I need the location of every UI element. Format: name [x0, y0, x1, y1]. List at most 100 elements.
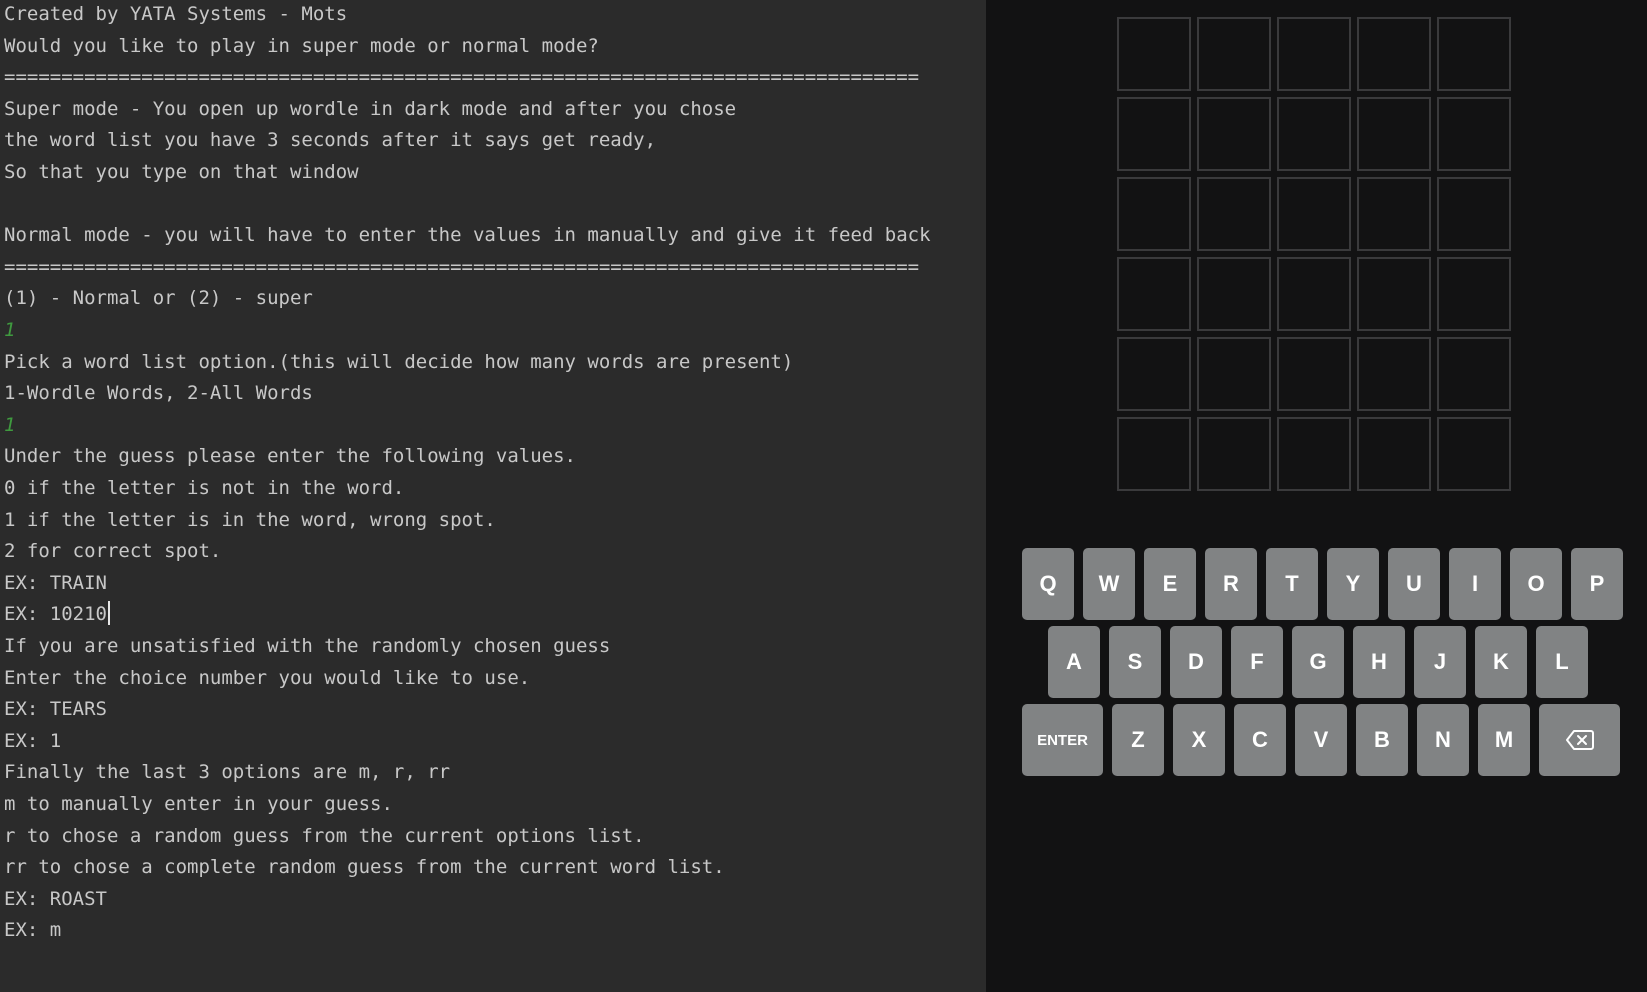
terminal-line: So that you type on that window: [4, 156, 359, 189]
terminal-line-text: EX: ROAST: [4, 887, 107, 910]
key-label: R: [1223, 571, 1239, 596]
key-n[interactable]: N: [1417, 704, 1469, 776]
key-label: P: [1589, 571, 1605, 596]
terminal-line: rr to chose a complete random guess from…: [4, 851, 725, 884]
key-t[interactable]: T: [1266, 548, 1318, 620]
terminal-line-text: Would you like to play in super mode or …: [4, 34, 599, 57]
terminal-line-text: r to chose a random guess from the curre…: [4, 824, 645, 847]
key-r[interactable]: R: [1205, 548, 1257, 620]
terminal-line-text: 0 if the letter is not in the word.: [4, 477, 405, 499]
terminal-line: 1-Wordle Words, 2-All Words: [4, 377, 313, 410]
terminal-line-text: 1 if the letter is in the word, wrong sp…: [4, 508, 496, 531]
key-e[interactable]: E: [1144, 548, 1196, 620]
terminal-line: r to chose a random guess from the curre…: [4, 820, 645, 853]
key-label: U: [1406, 571, 1422, 596]
key-j[interactable]: J: [1414, 626, 1466, 698]
key-label: F: [1250, 649, 1264, 674]
terminal-line: EX: TEARS: [4, 693, 107, 726]
key-backspace[interactable]: [1539, 704, 1620, 776]
terminal-line-text: EX: TEARS: [4, 698, 107, 721]
key-k[interactable]: K: [1475, 626, 1527, 698]
key-label: S: [1127, 649, 1143, 674]
key-label: J: [1433, 649, 1447, 674]
terminal-line: EX: TRAIN: [4, 567, 107, 600]
key-label: Z: [1131, 727, 1145, 752]
key-i[interactable]: I: [1449, 548, 1501, 620]
terminal-line: Finally the last 3 options are m, r, rr: [4, 756, 450, 789]
key-f[interactable]: F: [1231, 626, 1283, 698]
key-label: C: [1252, 727, 1268, 752]
terminal-line: Would you like to play in super mode or …: [4, 30, 599, 63]
terminal-line: Created by YATA Systems - Mots: [4, 0, 347, 31]
key-o[interactable]: O: [1510, 548, 1562, 620]
terminal-line-text: EX: TRAIN: [4, 571, 107, 594]
key-label: B: [1374, 727, 1390, 752]
terminal-input-line: 1: [4, 409, 15, 442]
terminal-line: Pick a word list option.(this will decid…: [4, 346, 793, 379]
key-enter[interactable]: ENTER: [1022, 704, 1103, 776]
terminal-line-text: Pick a word list option.(this will decid…: [4, 350, 794, 373]
key-label: X: [1191, 727, 1207, 752]
terminal-line-text: ========================================…: [4, 66, 920, 89]
key-label: K: [1493, 649, 1509, 674]
key-label: H: [1371, 649, 1387, 674]
terminal-line: EX: m: [4, 914, 61, 947]
key-label: E: [1162, 571, 1178, 596]
key-label: M: [1494, 727, 1514, 752]
terminal-line-text: 1-Wordle Words, 2-All Words: [4, 382, 313, 405]
wordle-window[interactable]: Q W E R T Y U I O P A S D F G H J K L ENTER Z X C V B N M: [986, 0, 1647, 992]
key-label: I: [1471, 571, 1479, 596]
key-w[interactable]: W: [1083, 548, 1135, 620]
terminal-line: 2 for correct spot.: [4, 535, 221, 568]
key-label: ENTER: [1037, 731, 1088, 749]
key-c[interactable]: C: [1234, 704, 1286, 776]
terminal-line-text: EX: 10210: [4, 603, 107, 626]
key-d[interactable]: D: [1170, 626, 1222, 698]
key-l[interactable]: L: [1536, 626, 1588, 698]
key-m[interactable]: M: [1478, 704, 1530, 776]
terminal-console[interactable]: Created by YATA Systems - Mots Would you …: [0, 0, 986, 992]
key-v[interactable]: V: [1295, 704, 1347, 776]
terminal-line-text: Super mode - You open up wordle in dark …: [4, 97, 737, 120]
terminal-line-text: Finally the last 3 options are m, r, rr: [4, 761, 451, 784]
key-q[interactable]: Q: [1022, 548, 1074, 620]
key-g[interactable]: G: [1292, 626, 1344, 698]
key-label: O: [1527, 571, 1545, 596]
backspace-icon: [1565, 730, 1594, 750]
key-label: Y: [1345, 571, 1361, 596]
key-label: Q: [1039, 571, 1057, 596]
key-a[interactable]: A: [1048, 626, 1100, 698]
terminal-line: ========================================…: [4, 61, 919, 94]
key-p[interactable]: P: [1571, 548, 1623, 620]
terminal-line: Under the guess please enter the followi…: [4, 440, 576, 473]
terminal-line-text: (1) - Normal or (2) - super: [4, 287, 313, 310]
terminal-input-line: 1: [4, 314, 15, 347]
terminal-line: EX: 1: [4, 725, 61, 758]
terminal-line: Normal mode - you will have to enter the…: [4, 219, 931, 252]
key-s[interactable]: S: [1109, 626, 1161, 698]
key-y[interactable]: Y: [1327, 548, 1379, 620]
key-label: T: [1285, 571, 1299, 596]
key-z[interactable]: Z: [1112, 704, 1164, 776]
terminal-line: Enter the choice number you would like t…: [4, 662, 530, 695]
terminal-line-text: Under the guess please enter the followi…: [4, 445, 576, 468]
text-caret: [107, 601, 110, 626]
terminal-line-text: Normal mode - you will have to enter the…: [4, 224, 931, 247]
terminal-line-text: ========================================…: [4, 255, 920, 278]
terminal-line-text: Created by YATA Systems - Mots: [4, 3, 348, 25]
terminal-line: EX: ROAST: [4, 883, 107, 916]
key-label: G: [1309, 649, 1327, 674]
key-x[interactable]: X: [1173, 704, 1225, 776]
terminal-line: Super mode - You open up wordle in dark …: [4, 93, 736, 126]
terminal-line-text: EX: m: [4, 919, 62, 942]
terminal-line: m to manually enter in your guess.: [4, 788, 393, 821]
key-h[interactable]: H: [1353, 626, 1405, 698]
wordle-keyboard: Q W E R T Y U I O P A S D F G H J K L ENTER Z X C V B N M: [986, 0, 1647, 992]
key-b[interactable]: B: [1356, 704, 1408, 776]
terminal-line-text: If you are unsatisfied with the randomly…: [4, 635, 611, 657]
terminal-line: EX: 10210: [4, 598, 110, 631]
key-u[interactable]: U: [1388, 548, 1440, 620]
terminal-line-text: the word list you have 3 seconds after i…: [4, 129, 657, 152]
key-label: N: [1435, 727, 1451, 752]
key-label: W: [1098, 571, 1120, 596]
